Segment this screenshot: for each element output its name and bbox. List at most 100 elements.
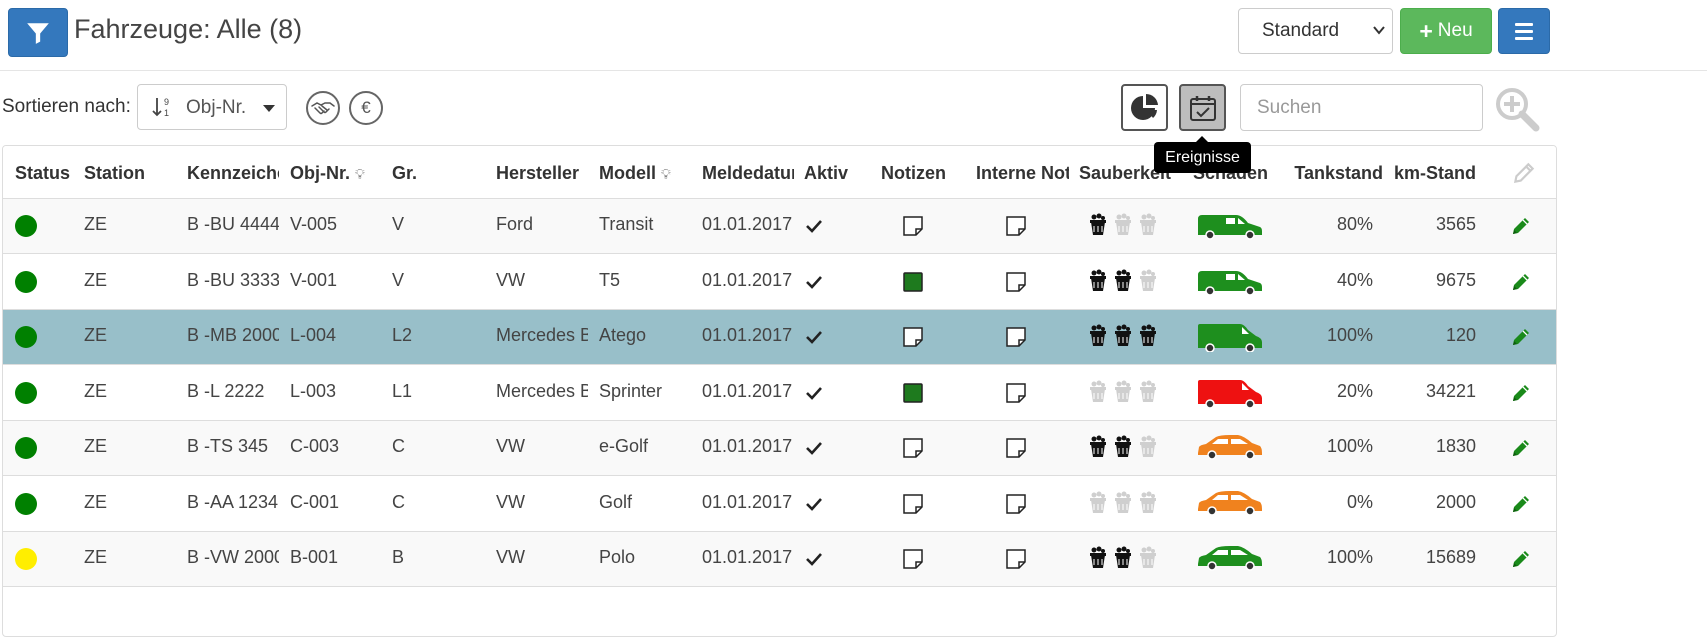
note-icon[interactable] <box>902 382 924 409</box>
internal-note-icon[interactable] <box>1005 548 1027 575</box>
sort-label: Sortieren nach: <box>2 96 131 117</box>
cell-plate: B -MB 2000 <box>187 325 279 345</box>
sort-numeric-icon: 9 1 <box>152 97 169 118</box>
cell-report-date: 01.01.2017 <box>702 214 793 234</box>
cleanliness-bucket-icon <box>1088 324 1108 353</box>
edit-pencil-icon[interactable] <box>1509 325 1533 354</box>
zoom-in-icon[interactable] <box>1494 86 1540 132</box>
filter-button[interactable] <box>8 8 68 57</box>
cleanliness-bucket-icon <box>1088 380 1108 409</box>
column-header[interactable]: Interne Notizen <box>976 163 1069 184</box>
view-select[interactable]: Standard <box>1238 8 1393 54</box>
note-icon[interactable] <box>902 437 924 464</box>
internal-note-icon[interactable] <box>1005 215 1027 242</box>
column-header[interactable]: Aktiv <box>804 163 874 184</box>
hamburger-icon-bar <box>1515 29 1533 33</box>
cell-km: 1830 <box>1435 436 1476 456</box>
truck-damage-icon[interactable] <box>1196 376 1264 413</box>
column-header[interactable]: Notizen <box>881 163 971 184</box>
checkmark-icon <box>805 439 823 462</box>
table-row[interactable]: ZE B -L 2222 L-003 L1 Mercedes Benz Sprinter 0… <box>3 366 1556 421</box>
cell-model: e-Golf <box>599 436 649 456</box>
events-toggle-button[interactable] <box>1179 84 1226 131</box>
cell-maker: VW <box>496 270 525 290</box>
column-header[interactable]: Meldedatum <box>702 163 794 184</box>
cell-plate: B -BU 4444 <box>187 214 279 234</box>
table-row[interactable]: ZE B -VW 2000 B-001 B VW Polo 01.01.2017 100% 15… <box>3 532 1556 587</box>
handshake-filter-button[interactable] <box>306 91 340 125</box>
van-damage-icon[interactable] <box>1196 265 1264 302</box>
cell-group: V <box>392 270 405 290</box>
status-dot <box>15 437 37 459</box>
cleanliness-bucket-icon <box>1113 213 1133 242</box>
table-row[interactable]: ZE B -MB 2000 L-004 L2 Mercedes Benz Atego 01.… <box>3 310 1556 365</box>
column-header[interactable]: Tankstand <box>1283 163 1383 184</box>
column-header[interactable]: Kennzeichen <box>187 163 279 184</box>
edit-pencil-icon[interactable] <box>1509 492 1533 521</box>
euro-filter-button[interactable]: € <box>349 91 383 125</box>
note-icon[interactable] <box>902 271 924 298</box>
column-header-model[interactable]: Modell 💡︎ <box>599 163 694 184</box>
table-row[interactable]: ZE B -BU 3333 V-001 V VW T5 01.01.2017 40% 9675 <box>3 255 1556 310</box>
cleanliness-bucket-icon <box>1138 435 1158 464</box>
van-damage-icon[interactable] <box>1196 209 1264 246</box>
svg-text:1: 1 <box>164 108 169 118</box>
cell-station: ZE <box>84 214 108 234</box>
vehicle-table: Status Station Kennzeichen Obj-Nr. 💡︎ Gr… <box>2 145 1557 637</box>
chevron-down-icon <box>1373 26 1385 35</box>
column-header-label: Modell <box>599 163 656 183</box>
car-damage-icon[interactable] <box>1196 542 1264 579</box>
note-icon[interactable] <box>902 215 924 242</box>
menu-button[interactable] <box>1498 8 1550 54</box>
column-header[interactable]: Hersteller <box>496 163 591 184</box>
statistics-toggle-button[interactable] <box>1121 84 1168 131</box>
edit-pencil-icon[interactable] <box>1509 270 1533 299</box>
internal-note-icon[interactable] <box>1005 382 1027 409</box>
handshake-icon <box>311 102 335 115</box>
hamburger-icon-bar <box>1515 22 1533 26</box>
column-header[interactable]: km-Stand <box>1394 163 1484 184</box>
truck-damage-icon[interactable] <box>1196 320 1264 357</box>
cell-report-date: 01.01.2017 <box>702 547 793 567</box>
cell-maker: VW <box>496 547 525 567</box>
cell-model: Polo <box>599 547 636 567</box>
calendar-check-icon <box>1189 95 1216 121</box>
status-dot <box>15 382 37 404</box>
cell-km: 3565 <box>1435 214 1476 234</box>
column-header-obj[interactable]: Obj-Nr. 💡︎ <box>290 163 385 184</box>
column-header[interactable]: Station <box>84 163 179 184</box>
cell-station: ZE <box>84 270 108 290</box>
note-icon[interactable] <box>902 326 924 353</box>
table-row[interactable]: ZE B -TS 345 C-003 C VW e-Golf 01.01.2017 100% 1… <box>3 421 1556 476</box>
cell-obj-nr: V-001 <box>290 270 338 290</box>
note-icon[interactable] <box>902 493 924 520</box>
cell-report-date: 01.01.2017 <box>702 492 793 512</box>
internal-note-icon[interactable] <box>1005 326 1027 353</box>
car-damage-icon[interactable] <box>1196 487 1264 524</box>
edit-pencil-icon[interactable] <box>1509 436 1533 465</box>
cleanliness-bucket-icon <box>1113 269 1133 298</box>
cell-group: V <box>392 214 405 234</box>
table-row[interactable]: ZE B -BU 4444 V-005 V Ford Transit 01.01.2017 8… <box>3 199 1556 254</box>
cell-plate: B -BU 3333 <box>187 270 279 290</box>
internal-note-icon[interactable] <box>1005 437 1027 464</box>
cleanliness-bucket-icon <box>1138 380 1158 409</box>
edit-pencil-icon[interactable] <box>1509 214 1533 243</box>
search-input[interactable] <box>1240 84 1483 131</box>
sort-select[interactable]: 9 1 Obj-Nr. <box>137 84 287 130</box>
lightbulb-icon: 💡︎ <box>355 166 365 182</box>
internal-note-icon[interactable] <box>1005 271 1027 298</box>
column-header[interactable]: Status <box>15 163 83 184</box>
new-button[interactable]: + Neu <box>1400 8 1492 54</box>
pie-chart-icon <box>1130 93 1158 120</box>
edit-pencil-icon[interactable] <box>1509 381 1533 410</box>
cleanliness-bucket-icon <box>1088 435 1108 464</box>
cell-maker: VW <box>496 436 525 456</box>
column-header[interactable]: Gr. <box>392 163 487 184</box>
edit-pencil-icon[interactable] <box>1509 547 1533 576</box>
table-row[interactable]: ZE B -AA 1234 C-001 C VW Golf 01.01.2017 0% 2000 <box>3 477 1556 532</box>
cell-model: Atego <box>599 325 647 345</box>
car-damage-icon[interactable] <box>1196 431 1264 468</box>
note-icon[interactable] <box>902 548 924 575</box>
internal-note-icon[interactable] <box>1005 493 1027 520</box>
